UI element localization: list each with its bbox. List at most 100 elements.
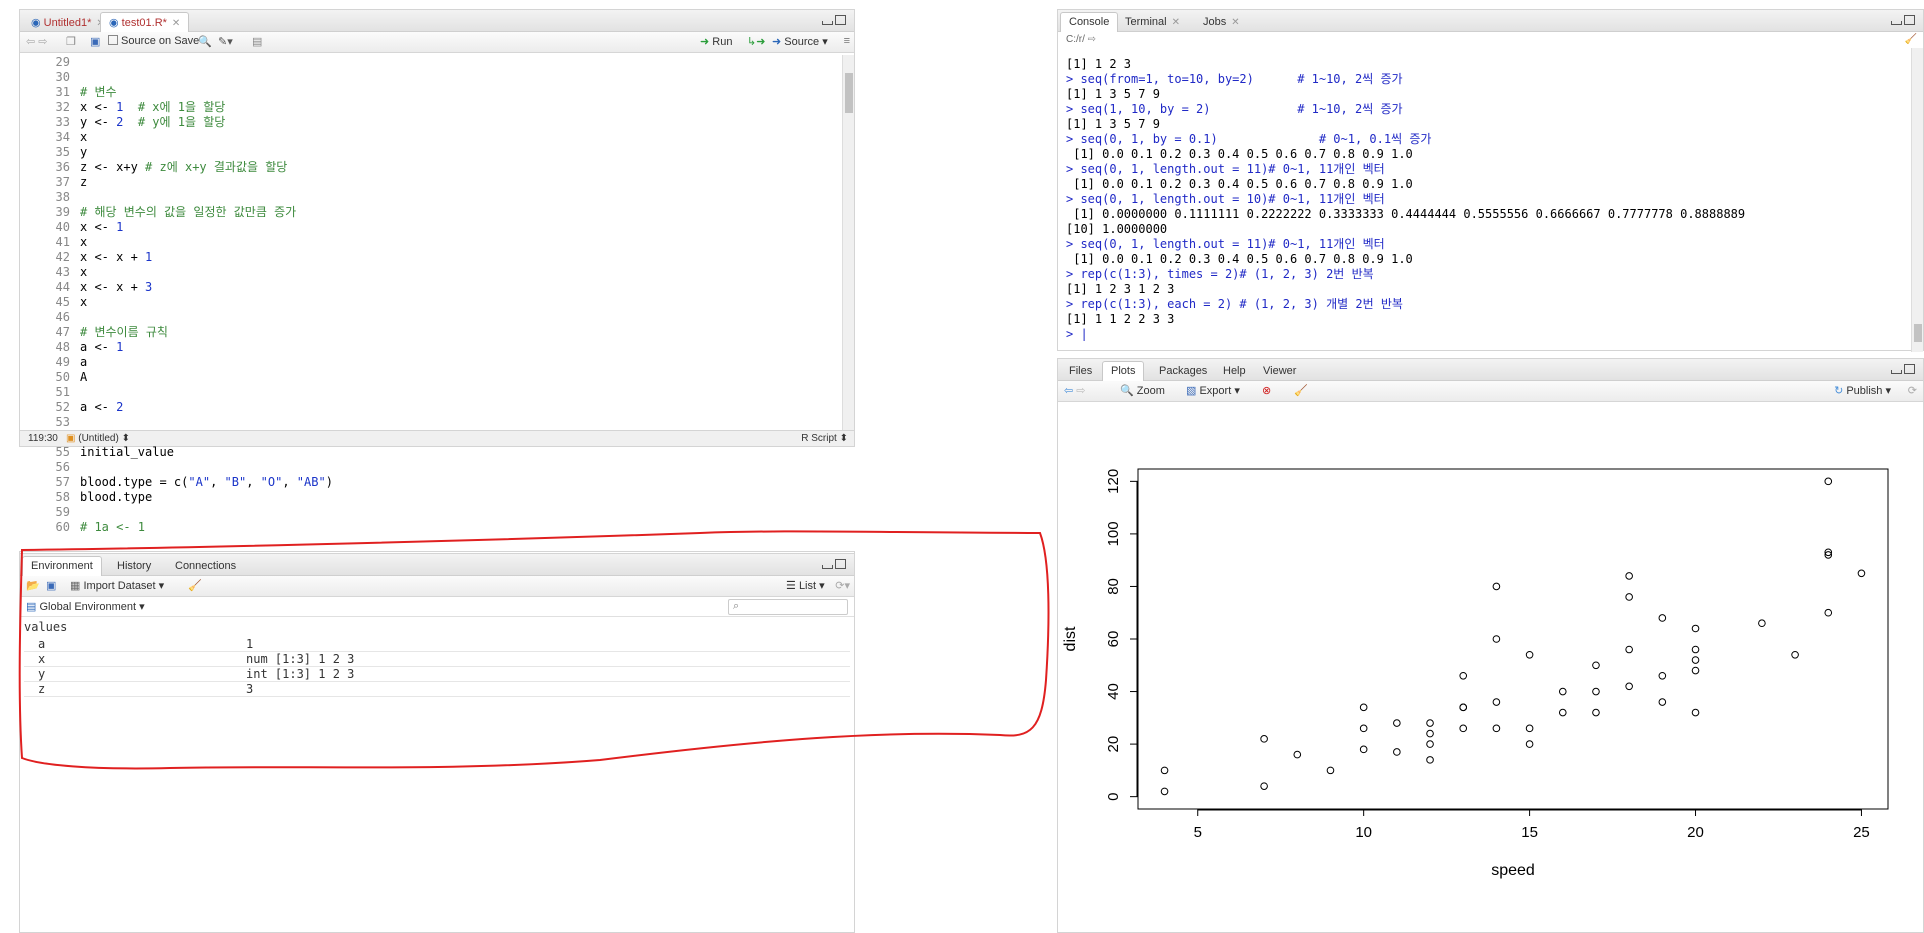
remove-plot-icon[interactable]: ⊗: [1262, 384, 1271, 397]
tab-console[interactable]: Console: [1060, 12, 1119, 32]
export-button[interactable]: ▧ Export ▾: [1186, 384, 1240, 397]
code-line[interactable]: a <- 2: [80, 400, 333, 415]
window-controls[interactable]: [1889, 15, 1917, 27]
refresh-icon[interactable]: ⟳▾: [835, 579, 850, 592]
tab-viewer[interactable]: Viewer: [1254, 361, 1305, 381]
environment-row[interactable]: a1: [24, 637, 850, 652]
environment-search-input[interactable]: ⌕: [728, 599, 848, 615]
search-icon[interactable]: 🔍: [198, 35, 212, 48]
refresh-icon[interactable]: ⟳: [1908, 384, 1917, 397]
console-command: > seq(0, 1, length.out = 11)# 0~1, 11개인 …: [1066, 162, 1385, 176]
y-tick-label: 80: [1105, 578, 1122, 595]
code-line[interactable]: [80, 415, 333, 430]
back-arrow-icon[interactable]: ⇦ ⇨: [26, 35, 48, 48]
code-line[interactable]: initial_value: [80, 445, 333, 460]
window-controls[interactable]: [1889, 364, 1917, 376]
code-line[interactable]: [80, 55, 333, 70]
tab-jobs[interactable]: Jobs ✕: [1194, 12, 1249, 32]
tab-files[interactable]: Files: [1060, 361, 1101, 381]
code-editor[interactable]: # 변수 x <- 1 # x에 1을 할당 y <- 2 # y에 1을 할당 x y…: [80, 55, 333, 535]
code-line[interactable]: a <- 1: [80, 340, 333, 355]
broom-icon[interactable]: 🧹: [188, 579, 202, 592]
import-dataset-button[interactable]: ▦ Import Dataset ▾: [70, 579, 164, 592]
save-workspace-icon[interactable]: ▣: [46, 579, 56, 592]
rerun-icon[interactable]: ↳➜: [747, 35, 765, 48]
code-line[interactable]: [80, 310, 333, 325]
go-to-directory-icon[interactable]: ⇨: [1088, 34, 1096, 45]
editor-scrollbar[interactable]: [842, 55, 854, 432]
code-line[interactable]: x: [80, 130, 333, 145]
code-line[interactable]: a: [80, 355, 333, 370]
code-line[interactable]: x <- x + 1: [80, 250, 333, 265]
console-scrollbar[interactable]: [1911, 48, 1923, 352]
code-line[interactable]: [80, 385, 333, 400]
code-line[interactable]: [80, 460, 333, 475]
compile-report-icon[interactable]: ▤: [252, 35, 262, 48]
source-on-save-checkbox[interactable]: Source on Save: [108, 35, 199, 47]
environment-row[interactable]: z3: [24, 682, 850, 697]
close-icon[interactable]: ✕: [1172, 17, 1180, 28]
code-line[interactable]: z <- x+y # z에 x+y 결과값을 할당: [80, 160, 333, 175]
back-arrow-icon[interactable]: ⇦ ⇨: [1064, 384, 1086, 397]
code-line[interactable]: A: [80, 370, 333, 385]
source-button[interactable]: ➜ Source ▾: [772, 35, 828, 48]
global-environment-dropdown[interactable]: ▤ Global Environment ▾: [26, 600, 145, 613]
tab-terminal[interactable]: Terminal ✕: [1116, 12, 1189, 32]
cursor-position: 119:30: [28, 433, 58, 444]
run-button[interactable]: ➜ Run: [700, 35, 732, 48]
code-line[interactable]: x <- x + 3: [80, 280, 333, 295]
show-in-window-icon[interactable]: ❐: [66, 35, 76, 48]
line-number: 49: [55, 355, 70, 369]
environment-row[interactable]: x num [1:3] 1 2 3: [24, 652, 850, 667]
code-line[interactable]: x: [80, 265, 333, 280]
magic-wand-icon[interactable]: ✎▾: [218, 35, 233, 48]
code-line[interactable]: [80, 505, 333, 520]
tab-test01[interactable]: ◉ test01.R* ✕: [100, 12, 190, 32]
close-icon[interactable]: ✕: [172, 18, 180, 29]
window-controls[interactable]: [820, 559, 848, 571]
list-view-button[interactable]: ☰ List ▾: [786, 579, 825, 592]
code-line[interactable]: # 해당 변수의 값을 일정한 값만큼 증가: [80, 205, 333, 220]
load-workspace-icon[interactable]: 📂: [26, 579, 40, 592]
code-line[interactable]: x <- 1 # x에 1을 할당: [80, 100, 333, 115]
tab-environment[interactable]: Environment: [22, 556, 102, 576]
working-directory[interactable]: C:/r/: [1066, 34, 1085, 45]
line-number: 37: [55, 175, 70, 189]
publish-button[interactable]: ↻ Publish ▾: [1834, 384, 1891, 397]
environment-row[interactable]: y int [1:3] 1 2 3: [24, 667, 850, 682]
code-line[interactable]: x <- 1: [80, 220, 333, 235]
filetype-selector[interactable]: R Script ⬍: [801, 431, 848, 446]
code-line[interactable]: # 변수이름 규칙: [80, 325, 333, 340]
broom-icon[interactable]: 🧹: [1294, 384, 1308, 397]
code-line[interactable]: [80, 190, 333, 205]
code-line[interactable]: [80, 70, 333, 85]
tab-plots[interactable]: Plots: [1102, 361, 1145, 381]
code-line[interactable]: # 변수: [80, 85, 333, 100]
code-line[interactable]: # 1a <- 1: [80, 520, 333, 535]
save-icon[interactable]: ▣: [90, 35, 100, 48]
environment-tabbar: Environment History Connections: [20, 554, 854, 576]
code-line[interactable]: z: [80, 175, 333, 190]
console-output[interactable]: [1] 1 2 3 > seq(from=1, to=10, by=2) # 1~…: [1066, 57, 1745, 342]
close-icon[interactable]: ✕: [1231, 17, 1239, 28]
console-output-line: [1] 1 3 5 7 9: [1066, 87, 1160, 101]
tab-connections[interactable]: Connections: [166, 556, 245, 576]
data-point: [1359, 745, 1368, 754]
code-line[interactable]: x: [80, 235, 333, 250]
tab-history[interactable]: History: [108, 556, 160, 576]
tab-packages[interactable]: Packages: [1150, 361, 1216, 381]
tab-help[interactable]: Help: [1214, 361, 1255, 381]
line-number: 52: [55, 400, 70, 414]
outline-icon[interactable]: ≡: [844, 35, 850, 47]
zoom-button[interactable]: 🔍 Zoom: [1120, 384, 1165, 397]
code-line[interactable]: y <- 2 # y에 1을 할당: [80, 115, 333, 130]
code-line[interactable]: blood.type = c("A", "B", "O", "AB"): [80, 475, 333, 490]
code-line[interactable]: y: [80, 145, 333, 160]
data-point: [1326, 766, 1335, 775]
window-controls[interactable]: [820, 15, 848, 27]
scope-selector[interactable]: ▣ (Untitled) ⬍: [66, 431, 130, 446]
code-line[interactable]: blood.type: [80, 490, 333, 505]
data-point: [1625, 682, 1633, 691]
clear-console-icon[interactable]: 🧹: [1905, 34, 1917, 45]
code-line[interactable]: x: [80, 295, 333, 310]
